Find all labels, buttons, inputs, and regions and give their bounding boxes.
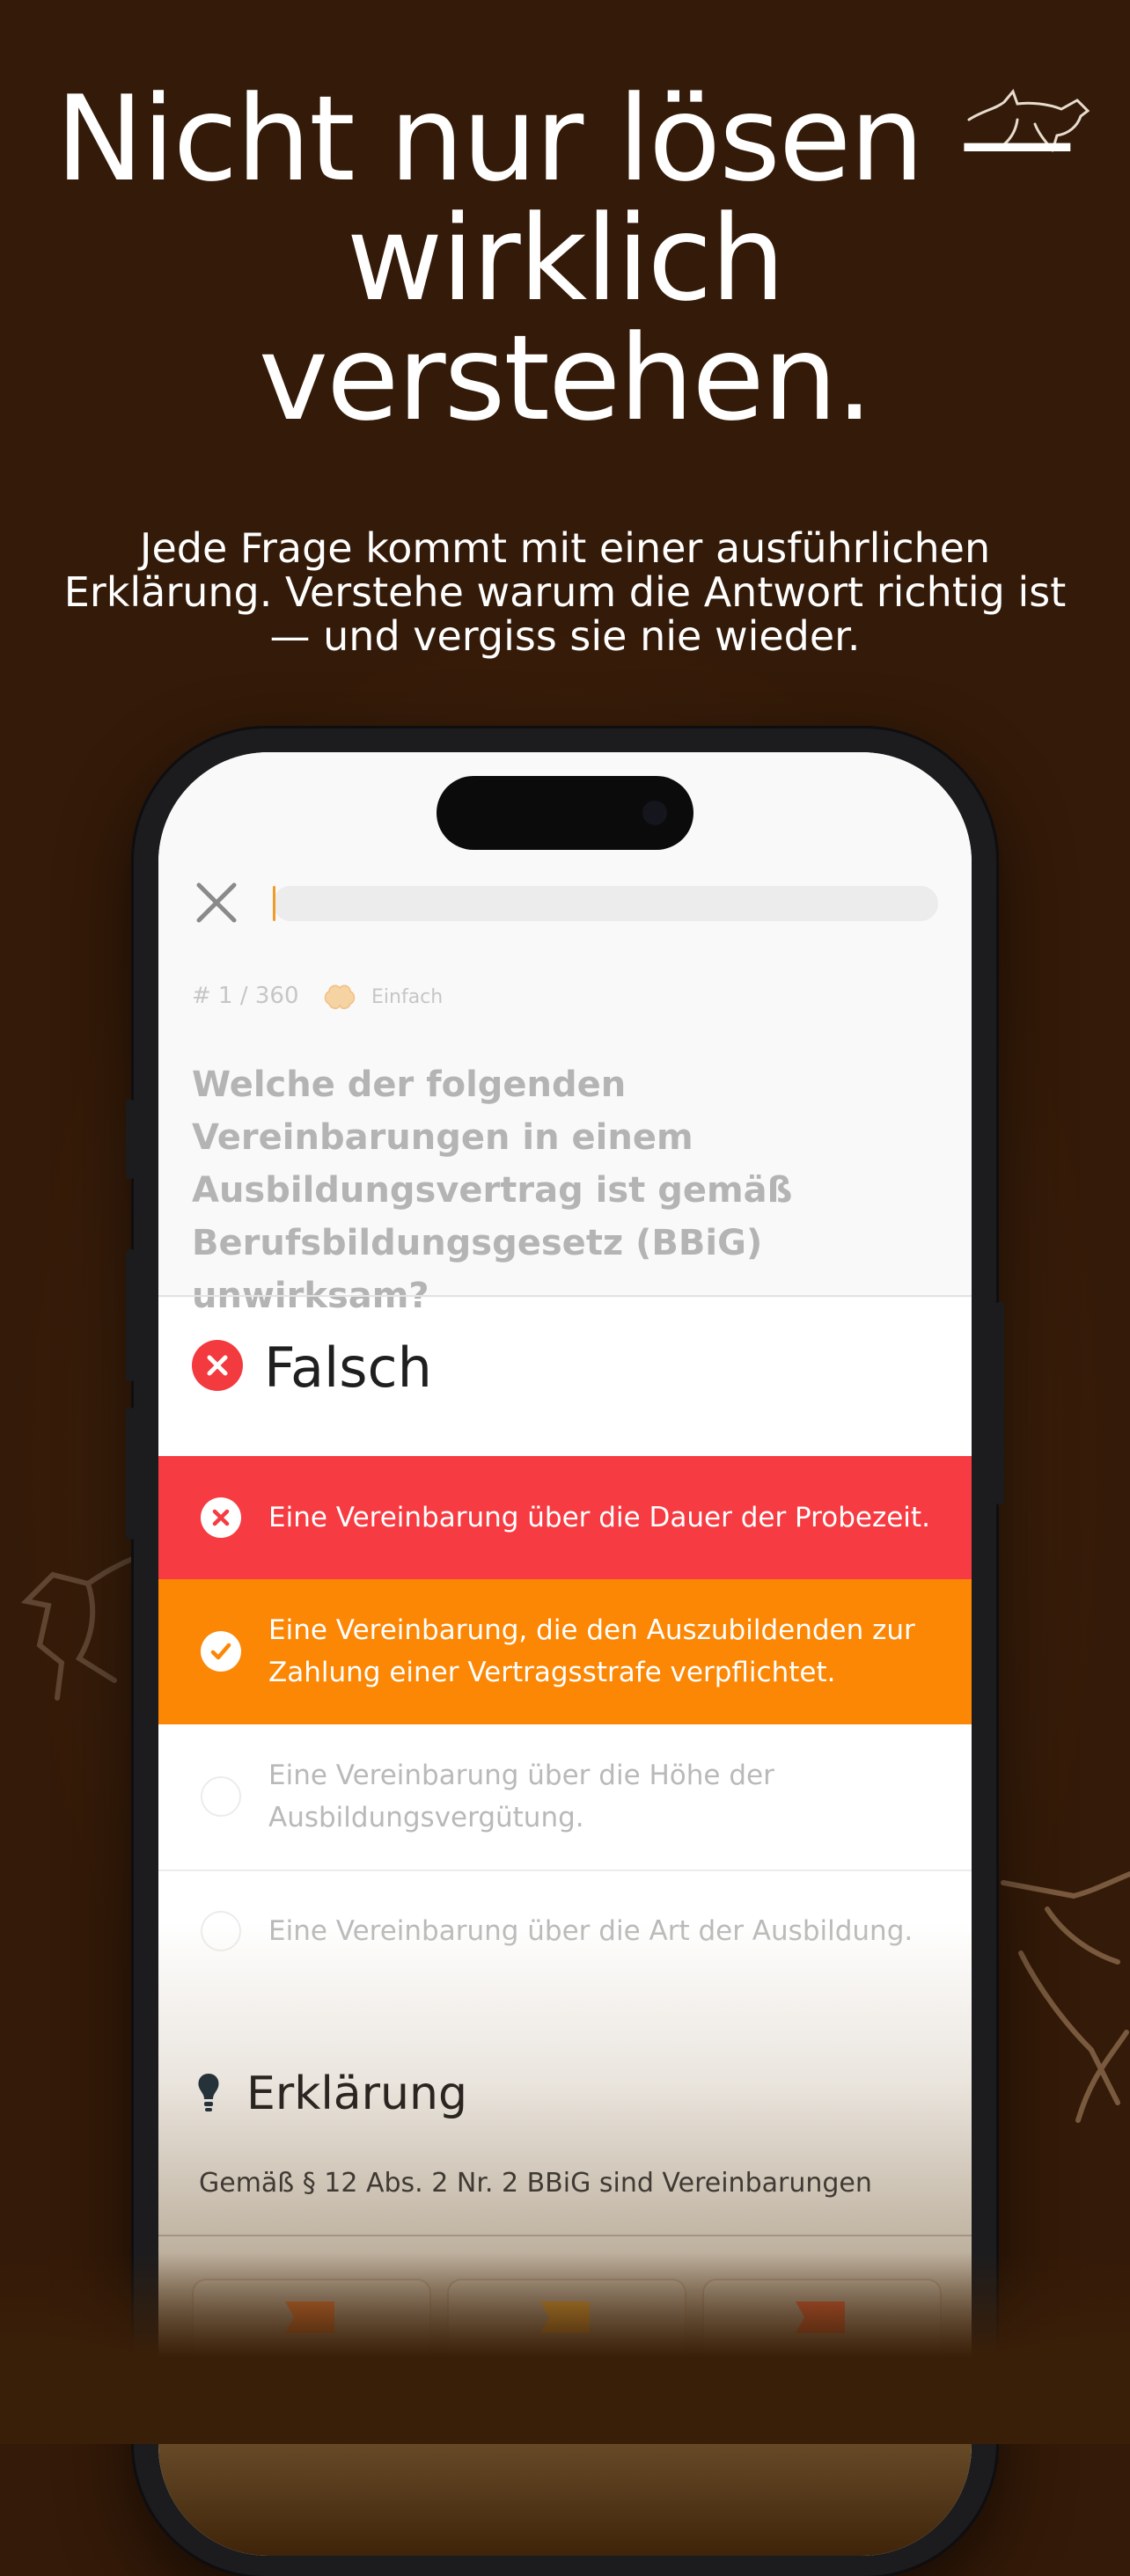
dynamic-island (437, 776, 693, 850)
phone-action-button (126, 1100, 135, 1179)
close-icon[interactable] (194, 880, 239, 926)
answer-option[interactable]: Eine Vereinbarung über die Höhe der Ausb… (158, 1724, 972, 1871)
bottom-fade-overlay (158, 1922, 972, 2556)
answer-text: Eine Vereinbarung, die den Auszubildende… (268, 1614, 915, 1688)
divider (158, 1295, 972, 1297)
camera-lens (642, 801, 667, 825)
progress-bar-fill (273, 886, 275, 921)
question-counter: # 1 / 360 (192, 983, 299, 1009)
x-circle-icon (201, 1497, 241, 1538)
headline-line-3: verstehen. (258, 310, 874, 447)
brain-icon (324, 984, 356, 1009)
bottom-shade (0, 2252, 1130, 2444)
headline: Nicht nur lösen — wirklich verstehen. (0, 79, 1130, 438)
answer-option-wrong[interactable]: Eine Vereinbarung über die Dauer der Pro… (158, 1456, 972, 1579)
answer-option-correct[interactable]: Eine Vereinbarung, die den Auszubildende… (158, 1579, 972, 1724)
explanation-title: Erklärung (246, 2067, 467, 2120)
phone-power-button (995, 1302, 1004, 1504)
check-circle-icon (201, 1631, 241, 1672)
fox-outline-left-icon (20, 1555, 139, 1701)
question-text: Welche der folgenden Vereinbarungen in e… (192, 1065, 793, 1316)
result-label: Falsch (264, 1336, 432, 1400)
headline-line-2: wirklich (346, 190, 786, 327)
headline-line-1: Nicht nur lösen — (55, 70, 1076, 208)
fox-outline-right-icon (1001, 1871, 1130, 2123)
divider (158, 2235, 972, 2236)
answer-text: Eine Vereinbarung über die Höhe der Ausb… (268, 1760, 774, 1833)
phone-volume-down-button (126, 1408, 135, 1540)
difficulty-label: Einfach (371, 986, 444, 1008)
x-circle-icon (192, 1340, 243, 1391)
lightbulb-icon (198, 2074, 219, 2111)
answer-text: Eine Vereinbarung über die Dauer der Pro… (268, 1502, 930, 1533)
progress-bar (273, 886, 938, 921)
phone-volume-up-button (126, 1249, 135, 1381)
explanation-text: Gemäß § 12 Abs. 2 Nr. 2 BBiG sind Verein… (199, 2168, 872, 2199)
radio-circle-icon (201, 1776, 241, 1817)
subline: Jede Frage kommt mit einer ausführlichen… (63, 524, 1067, 660)
